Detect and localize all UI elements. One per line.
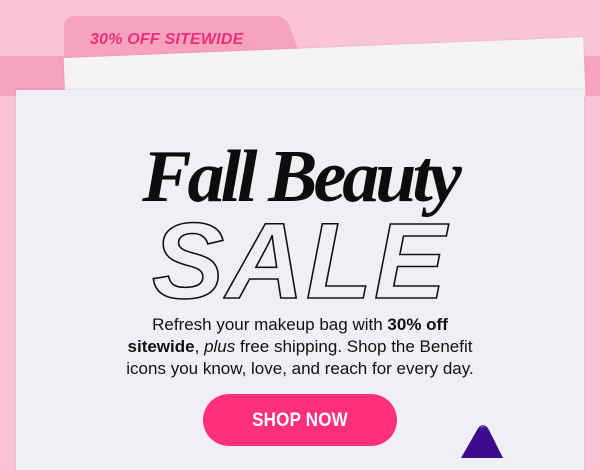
body-copy: Refresh your makeup bag with 30% off sit…: [80, 314, 520, 380]
body-text-1: Refresh your makeup bag with: [152, 315, 388, 334]
body-text-sitewide: sitewide: [127, 337, 195, 356]
shop-now-label: SHOP NOW: [252, 408, 348, 431]
sale-word: SALE: [152, 208, 449, 308]
body-text-2: free shipping. Shop the Benefit: [235, 337, 473, 356]
body-text-plus: plus: [204, 337, 236, 356]
body-text-sep: ,: [194, 337, 205, 356]
product-cap-icon: [461, 425, 503, 458]
headline: Fall Beauty: [142, 136, 462, 218]
promo-tab-label: 30% OFF SITEWIDE: [90, 31, 244, 48]
sale-outline-title: SALE: [151, 208, 449, 308]
body-text-3: icons you know, love, and reach for ever…: [126, 359, 474, 378]
body-text-discount: 30% off: [387, 315, 448, 334]
shop-now-button[interactable]: SHOP NOW: [203, 394, 397, 446]
